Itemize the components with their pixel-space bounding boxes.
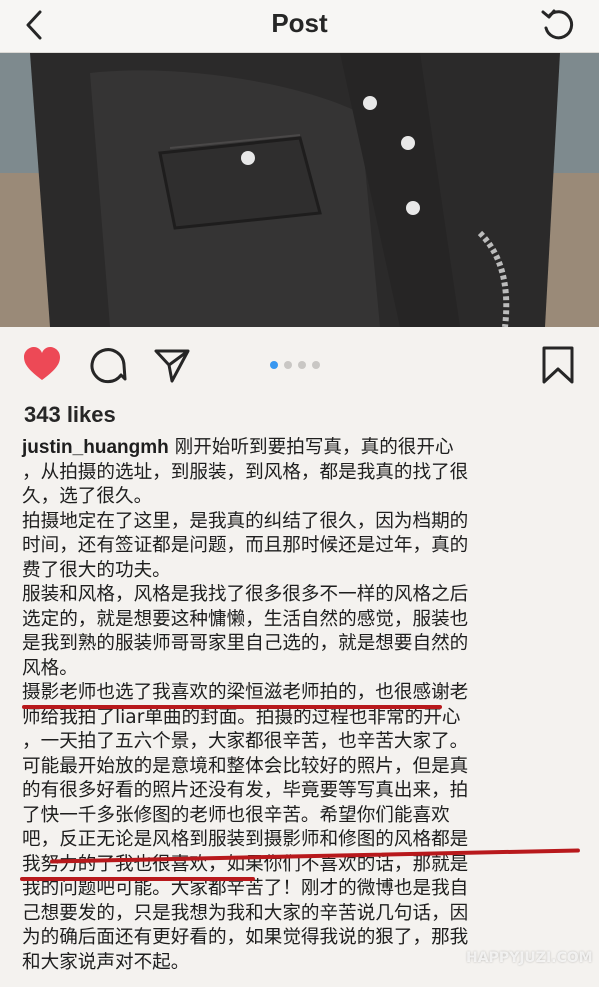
post-photo[interactable] <box>0 53 599 327</box>
carousel-dot <box>284 361 292 369</box>
caption-line: 久，选了很久。 <box>22 486 153 507</box>
caption-line: 费了很大的功夫。 <box>22 559 171 581</box>
caption-line: 的有很多好看的照片还没有发，毕竟要等写真出来，拍 <box>22 780 469 801</box>
refresh-icon[interactable] <box>539 6 577 44</box>
caption-line: justin_huangmh 刚开始听到要拍写真，真的很开心 <box>22 437 454 458</box>
highlight-underline <box>22 705 442 709</box>
caption-line: 拍摄地定在了这里，是我真的纠结了很久，因为档期的 <box>22 510 469 532</box>
carousel-dot <box>312 361 320 369</box>
bookmark-icon[interactable] <box>538 345 578 385</box>
share-icon[interactable] <box>152 345 192 385</box>
caption-line: 为的确后面还有更好看的，如果觉得我说的狠了，那我 <box>22 927 469 948</box>
watermark: HAPPYJUZI.COM <box>466 950 593 966</box>
username[interactable]: justin_huangmh <box>22 437 169 458</box>
caption-line: 时间，还有签证都是问题，而且那时候还是过年，真的 <box>22 535 469 556</box>
caption-line: 风格。 <box>22 657 78 679</box>
caption-line: 己想要发的，只是我想为我和大家的辛苦说几句话，因 <box>22 902 469 924</box>
highlight-underline <box>20 877 255 881</box>
caption-line: 摄影老师也选了我喜欢的梁恒滋老师拍的，也很感谢老 <box>22 682 469 703</box>
page-title: Post <box>271 8 328 38</box>
caption-line: ，一天拍了五六个景，大家都很辛苦，也辛苦大家了。 <box>22 731 469 752</box>
comment-icon[interactable] <box>88 345 128 385</box>
caption-line: 吧，反正无论是风格到服装到摄影师和修图的风格都是 <box>22 829 469 850</box>
carousel-dot-active <box>270 361 278 369</box>
heart-icon[interactable] <box>22 345 62 385</box>
caption-line: 了快一千多张修图的老师也很辛苦。希望你们能喜欢 <box>22 804 450 826</box>
caption-line: 可能最开始放的是意境和整体会比较好的照片，但是真 <box>22 755 469 777</box>
caption-line: 是我到熟的服装师哥哥家里自己选的，就是想要自然的 <box>22 633 469 654</box>
app-header: Post <box>0 0 599 53</box>
likes-count[interactable]: 343 likes <box>24 402 116 428</box>
caption-line: 师给我拍了liar单曲的封面。拍摄的过程也非常的开心 <box>22 706 461 728</box>
caption-line: 选定的，就是想要这种慵懒，生活自然的感觉，服装也 <box>22 608 469 630</box>
post-photo-illustration <box>0 53 599 327</box>
caption-line: ，从拍摄的选址，到服装，到风格，都是我真的找了很 <box>22 461 469 483</box>
carousel-dot <box>298 361 306 369</box>
caption-line: 服装和风格，风格是我找了很多很多不一样的风格之后 <box>22 584 469 605</box>
